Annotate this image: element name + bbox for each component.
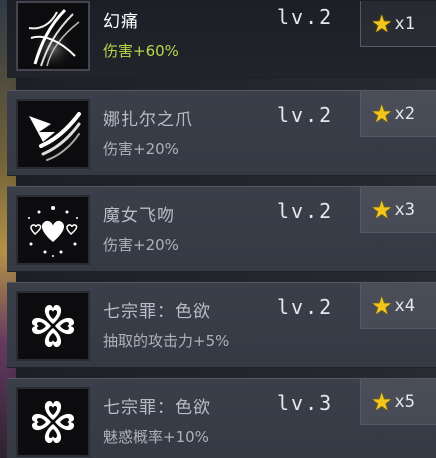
skill-list-panel: 幻痛 伤害+60% lv.2 ★ x1 娜扎尔之爪 伤害+20% lv.2 ★ … [0, 0, 436, 458]
star-count-badge: ★ x3 [360, 187, 436, 233]
skill-icon-frame [16, 387, 90, 457]
star-icon: ★ [371, 99, 393, 128]
skill-row[interactable]: 魔女飞吻 伤害+20% lv.2 ★ x3 [7, 186, 436, 272]
claw-slash-icon [21, 102, 85, 166]
skill-icon-frame [16, 99, 90, 169]
phantom-pain-icon [21, 4, 85, 68]
skill-row[interactable]: 娜扎尔之爪 伤害+20% lv.2 ★ x2 [7, 90, 436, 176]
skill-level: lv.2 [277, 295, 334, 319]
skill-icon-frame [16, 1, 90, 71]
star-count: x2 [394, 103, 415, 124]
skill-level: lv.3 [277, 391, 334, 415]
star-count-badge: ★ x1 [360, 1, 436, 47]
skill-name: 魔女飞吻 [103, 206, 175, 226]
skill-level: lv.2 [277, 199, 334, 223]
star-count-badge: ★ x2 [360, 91, 436, 137]
skill-level: lv.2 [277, 103, 334, 127]
skill-effect: 魅惑概率+10% [103, 428, 209, 446]
skill-list: 幻痛 伤害+60% lv.2 ★ x1 娜扎尔之爪 伤害+20% lv.2 ★ … [7, 0, 436, 458]
skill-icon-frame [16, 195, 90, 265]
star-icon: ★ [371, 291, 393, 320]
skill-name: 七宗罪：色欲 [103, 302, 211, 322]
skill-effect: 伤害+20% [103, 236, 179, 254]
skill-effect: 伤害+20% [103, 140, 179, 158]
star-count: x3 [394, 199, 415, 220]
star-icon: ★ [371, 387, 393, 416]
heart-clover-icon [21, 294, 85, 358]
skill-effect: 抽取的攻击力+5% [103, 332, 230, 350]
star-count-badge: ★ x4 [360, 283, 436, 329]
skill-effect: 伤害+60% [103, 42, 179, 60]
star-count: x5 [394, 391, 415, 412]
skill-level: lv.2 [277, 5, 334, 29]
hearts-kiss-icon [21, 198, 85, 262]
skill-name: 七宗罪：色欲 [103, 398, 211, 418]
skill-row[interactable]: 幻痛 伤害+60% lv.2 ★ x1 [7, 0, 436, 78]
star-icon: ★ [371, 195, 393, 224]
star-icon: ★ [371, 9, 393, 38]
skill-row[interactable]: 七宗罪：色欲 魅惑概率+10% lv.3 ★ x5 [7, 378, 436, 458]
star-count: x1 [394, 13, 415, 34]
skill-name: 娜扎尔之爪 [103, 110, 193, 130]
star-count-badge: ★ x5 [360, 379, 436, 425]
skill-icon-frame [16, 291, 90, 361]
skill-name: 幻痛 [103, 12, 139, 32]
star-count: x4 [394, 295, 415, 316]
skill-row[interactable]: 七宗罪：色欲 抽取的攻击力+5% lv.2 ★ x4 [7, 282, 436, 368]
heart-clover-icon [21, 390, 85, 454]
